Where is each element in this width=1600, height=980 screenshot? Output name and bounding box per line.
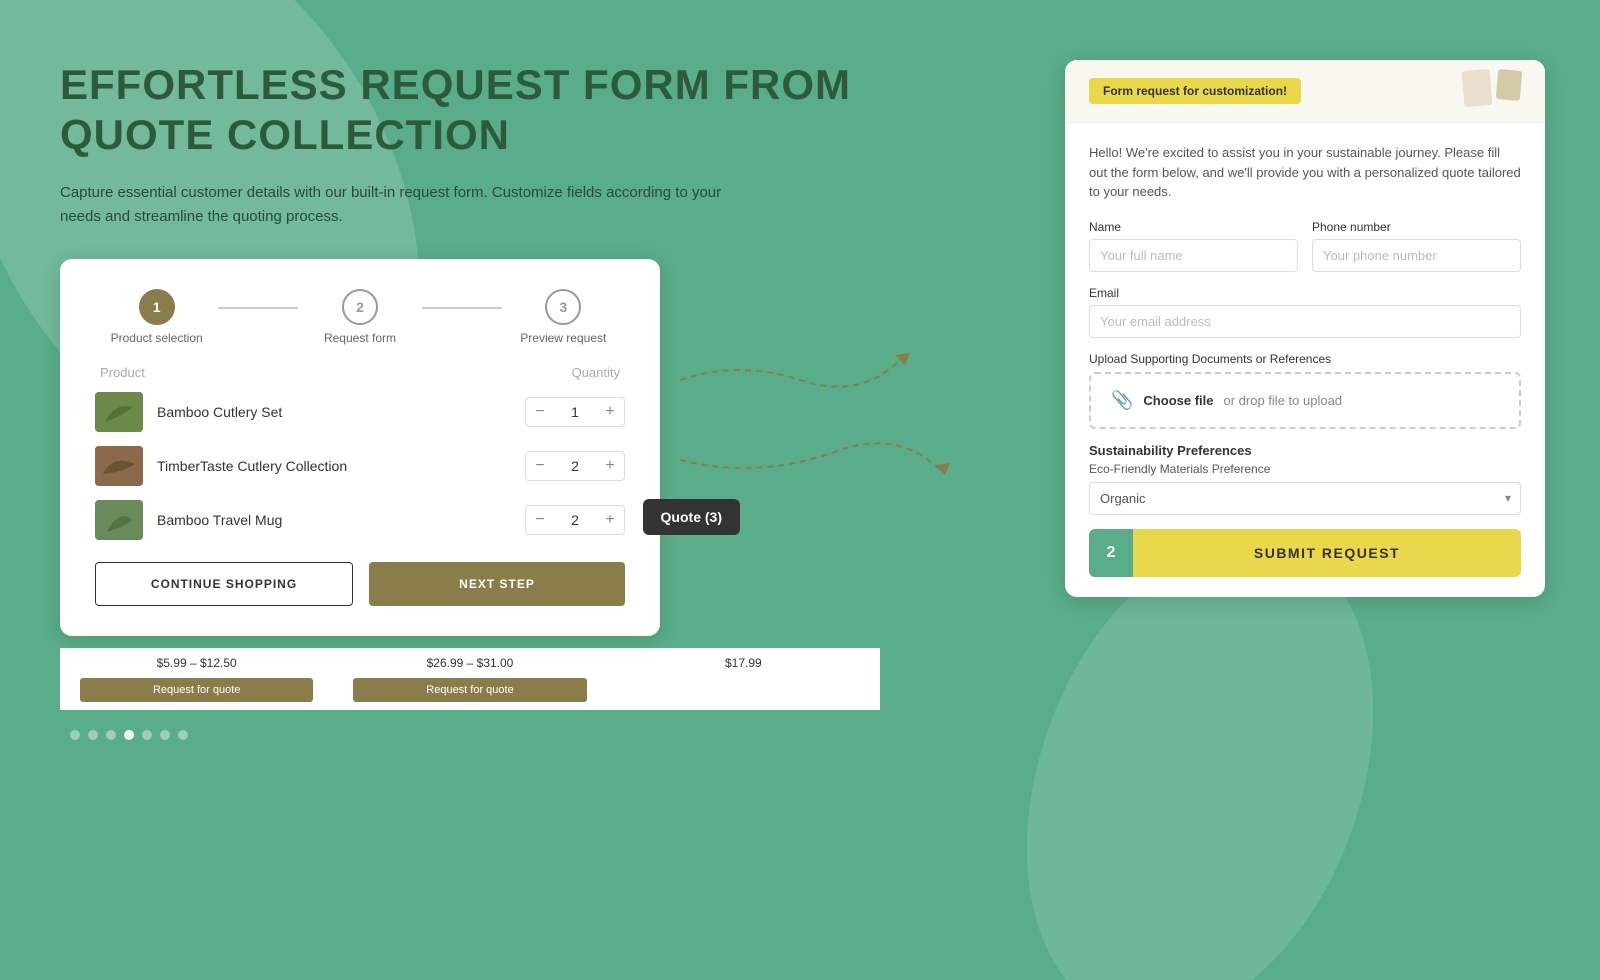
dot-3[interactable] xyxy=(106,730,116,740)
email-row: Email xyxy=(1089,286,1521,338)
product-image-1 xyxy=(95,392,143,432)
product-name-2: TimberTaste Cutlery Collection xyxy=(157,458,511,474)
choose-file-button[interactable]: Choose file xyxy=(1143,393,1213,408)
request-quote-btn-1[interactable]: Request for quote xyxy=(80,678,313,702)
stepper: 1 Product selection 2 Request form 3 Pre… xyxy=(95,289,625,345)
card-body: Hello! We're excited to assist you in yo… xyxy=(1065,123,1545,597)
strip-price-2: $26.99 – $31.00 xyxy=(353,656,586,670)
name-phone-row: Name Phone number xyxy=(1089,220,1521,272)
continue-shopping-button[interactable]: CONTINUE SHOPPING xyxy=(95,562,353,606)
step-line-2 xyxy=(422,307,502,309)
eco-label: Eco-Friendly Materials Preference xyxy=(1089,462,1521,476)
table-row: Bamboo Travel Mug − 2 + xyxy=(95,500,625,540)
product-selection-card: 1 Product selection 2 Request form 3 Pre… xyxy=(60,259,660,636)
qty-control-3[interactable]: − 2 + xyxy=(525,505,625,535)
qty-minus-3[interactable]: − xyxy=(526,506,554,534)
qty-plus-1[interactable]: + xyxy=(596,398,624,426)
dot-7[interactable] xyxy=(178,730,188,740)
table-row: TimberTaste Cutlery Collection − 2 + xyxy=(95,446,625,486)
submit-row: 2 SUBMIT REQUEST xyxy=(1089,529,1521,577)
qty-value-2: 2 xyxy=(563,458,587,474)
step-1: 1 Product selection xyxy=(95,289,218,345)
strip-item-1: $5.99 – $12.50 Request for quote xyxy=(60,648,333,710)
qty-control-2[interactable]: − 2 + xyxy=(525,451,625,481)
sustainability-title: Sustainability Preferences xyxy=(1089,443,1521,458)
request-quote-btn-2[interactable]: Request for quote xyxy=(353,678,586,702)
phone-input[interactable] xyxy=(1312,239,1521,272)
step-1-circle: 1 xyxy=(139,289,175,325)
product-name-3: Bamboo Travel Mug xyxy=(157,512,511,528)
col-quantity: Quantity xyxy=(572,365,620,380)
strip-price-1: $5.99 – $12.50 xyxy=(80,656,313,670)
page-title: EFFORTLESS REQUEST FORM FROM QUOTE COLLE… xyxy=(60,60,880,161)
product-image-2 xyxy=(95,446,143,486)
product-name-1: Bamboo Cutlery Set xyxy=(157,404,511,420)
action-buttons: CONTINUE SHOPPING NEXT STEP xyxy=(95,562,625,606)
name-input[interactable] xyxy=(1089,239,1298,272)
qty-control-1[interactable]: − 1 + xyxy=(525,397,625,427)
step-2: 2 Request form xyxy=(298,289,421,345)
qty-value-1: 1 xyxy=(563,404,587,420)
header-decoration xyxy=(1463,70,1521,106)
upload-dropzone[interactable]: 📎 Choose file or drop file to upload xyxy=(1089,372,1521,429)
email-input[interactable] xyxy=(1089,305,1521,338)
strip-price-3: $17.99 xyxy=(627,656,860,670)
step-1-label: Product selection xyxy=(111,331,203,345)
qty-minus-1[interactable]: − xyxy=(526,398,554,426)
carousel-dots xyxy=(60,730,880,740)
eco-select[interactable]: Organic Recycled Biodegradable Vegan xyxy=(1089,482,1521,515)
name-group: Name xyxy=(1089,220,1298,272)
upload-label: Upload Supporting Documents or Reference… xyxy=(1089,352,1521,366)
header-badge: Form request for customization! xyxy=(1089,78,1301,104)
phone-label: Phone number xyxy=(1312,220,1521,234)
qty-minus-2[interactable]: − xyxy=(526,452,554,480)
product-image-3 xyxy=(95,500,143,540)
dot-4-active[interactable] xyxy=(124,730,134,740)
quote-badge[interactable]: Quote (3) xyxy=(643,499,740,535)
step-line-1 xyxy=(218,307,298,309)
upload-section: Upload Supporting Documents or Reference… xyxy=(1089,352,1521,429)
dot-5[interactable] xyxy=(142,730,152,740)
dot-1[interactable] xyxy=(70,730,80,740)
step-3: 3 Preview request xyxy=(502,289,625,345)
qty-plus-3[interactable]: + xyxy=(596,506,624,534)
qty-plus-2[interactable]: + xyxy=(596,452,624,480)
deco-shape-2 xyxy=(1496,69,1523,101)
welcome-text: Hello! We're excited to assist you in yo… xyxy=(1089,143,1521,202)
upload-hint: or drop file to upload xyxy=(1224,393,1343,408)
table-headers: Product Quantity xyxy=(95,365,625,380)
dot-2[interactable] xyxy=(88,730,98,740)
step-number-badge: 2 xyxy=(1089,529,1133,577)
strip-item-3: $17.99 xyxy=(607,648,880,710)
col-product: Product xyxy=(100,365,145,380)
step-2-circle: 2 xyxy=(342,289,378,325)
submit-request-button[interactable]: SUBMIT REQUEST xyxy=(1133,531,1521,575)
page-subtitle: Capture essential customer details with … xyxy=(60,181,740,229)
step-2-label: Request form xyxy=(324,331,396,345)
deco-shape-1 xyxy=(1461,69,1492,107)
email-group: Email xyxy=(1089,286,1521,338)
phone-group: Phone number xyxy=(1312,220,1521,272)
table-row: Bamboo Cutlery Set − 1 + xyxy=(95,392,625,432)
paperclip-icon: 📎 xyxy=(1111,390,1133,411)
dot-6[interactable] xyxy=(160,730,170,740)
step-3-circle: 3 xyxy=(545,289,581,325)
step-3-label: Preview request xyxy=(520,331,606,345)
name-label: Name xyxy=(1089,220,1298,234)
sustainability-section: Sustainability Preferences Eco-Friendly … xyxy=(1089,443,1521,515)
card-header: Form request for customization! xyxy=(1065,60,1545,123)
next-step-button[interactable]: NEXT STEP xyxy=(369,562,625,606)
qty-value-3: 2 xyxy=(563,512,587,528)
request-form-panel: Form request for customization! Hello! W… xyxy=(1065,60,1545,597)
eco-select-wrap: Organic Recycled Biodegradable Vegan ▾ xyxy=(1089,482,1521,515)
email-label: Email xyxy=(1089,286,1521,300)
strip-item-2: $26.99 – $31.00 Request for quote xyxy=(333,648,606,710)
products-strip: $5.99 – $12.50 Request for quote $26.99 … xyxy=(60,648,880,710)
request-card: Form request for customization! Hello! W… xyxy=(1065,60,1545,597)
